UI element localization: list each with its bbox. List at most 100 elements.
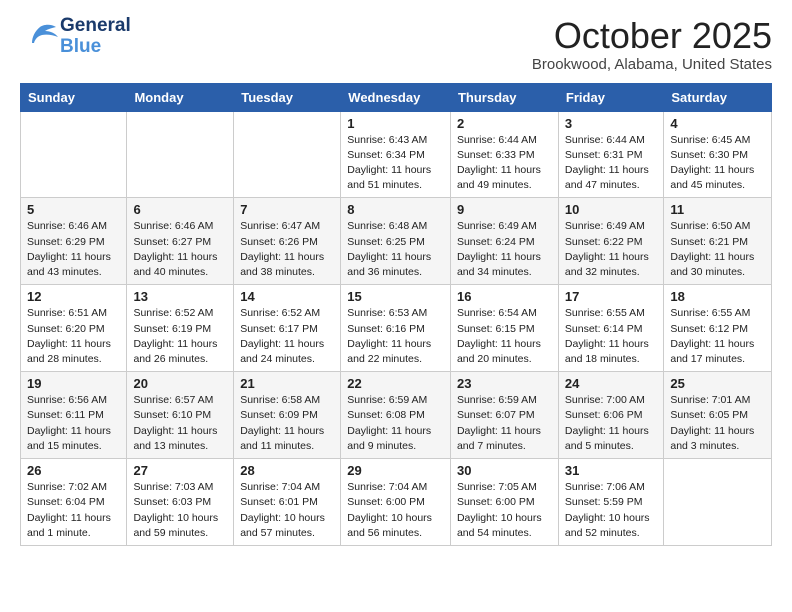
day-number: 26 xyxy=(27,463,120,478)
day-number: 3 xyxy=(565,116,657,131)
day-number: 7 xyxy=(240,202,334,217)
day-number: 6 xyxy=(133,202,227,217)
day-number: 4 xyxy=(670,116,765,131)
day-number: 30 xyxy=(457,463,552,478)
day-number: 28 xyxy=(240,463,334,478)
day-info: Sunrise: 6:44 AMSunset: 6:31 PMDaylight:… xyxy=(565,133,657,194)
day-number: 31 xyxy=(565,463,657,478)
calendar-header-row: Sunday Monday Tuesday Wednesday Thursday… xyxy=(21,83,772,111)
day-info: Sunrise: 6:58 AMSunset: 6:09 PMDaylight:… xyxy=(240,393,334,454)
page: General Blue October 2025 Brookwood, Ala… xyxy=(0,0,792,612)
calendar-week-3: 12 Sunrise: 6:51 AMSunset: 6:20 PMDayligh… xyxy=(21,285,772,372)
day-number: 27 xyxy=(133,463,227,478)
calendar-cell: 17 Sunrise: 6:55 AMSunset: 6:14 PMDayligh… xyxy=(558,285,663,372)
calendar-cell xyxy=(21,111,127,198)
day-number: 24 xyxy=(565,376,657,391)
day-info: Sunrise: 6:44 AMSunset: 6:33 PMDaylight:… xyxy=(457,133,552,194)
day-number: 25 xyxy=(670,376,765,391)
day-number: 17 xyxy=(565,289,657,304)
calendar-cell: 14 Sunrise: 6:52 AMSunset: 6:17 PMDayligh… xyxy=(234,285,341,372)
calendar-cell: 23 Sunrise: 6:59 AMSunset: 6:07 PMDayligh… xyxy=(450,372,558,459)
title-block: October 2025 Brookwood, Alabama, United … xyxy=(532,16,772,73)
day-info: Sunrise: 7:06 AMSunset: 5:59 PMDaylight:… xyxy=(565,480,657,541)
day-number: 18 xyxy=(670,289,765,304)
day-number: 13 xyxy=(133,289,227,304)
day-info: Sunrise: 7:02 AMSunset: 6:04 PMDaylight:… xyxy=(27,480,120,541)
calendar-cell: 16 Sunrise: 6:54 AMSunset: 6:15 PMDayligh… xyxy=(450,285,558,372)
calendar-cell: 31 Sunrise: 7:06 AMSunset: 5:59 PMDayligh… xyxy=(558,459,663,546)
logo: General Blue xyxy=(20,16,131,58)
header: General Blue October 2025 Brookwood, Ala… xyxy=(20,16,772,73)
calendar-cell: 15 Sunrise: 6:53 AMSunset: 6:16 PMDayligh… xyxy=(341,285,451,372)
calendar-cell: 10Sunrise: 6:49 AMSunset: 6:22 PMDayligh… xyxy=(558,198,663,285)
col-tuesday: Tuesday xyxy=(234,83,341,111)
day-number: 12 xyxy=(27,289,120,304)
calendar-cell: 2 Sunrise: 6:44 AMSunset: 6:33 PMDaylight… xyxy=(450,111,558,198)
day-info: Sunrise: 7:03 AMSunset: 6:03 PMDaylight:… xyxy=(133,480,227,541)
col-friday: Friday xyxy=(558,83,663,111)
col-sunday: Sunday xyxy=(21,83,127,111)
calendar-cell: 9Sunrise: 6:49 AMSunset: 6:24 PMDaylight… xyxy=(450,198,558,285)
calendar-cell: 3 Sunrise: 6:44 AMSunset: 6:31 PMDaylight… xyxy=(558,111,663,198)
day-number: 14 xyxy=(240,289,334,304)
day-number: 8 xyxy=(347,202,444,217)
day-info: Sunrise: 6:49 AMSunset: 6:22 PMDaylight:… xyxy=(565,219,657,280)
day-info: Sunrise: 6:52 AMSunset: 6:17 PMDaylight:… xyxy=(240,306,334,367)
col-thursday: Thursday xyxy=(450,83,558,111)
day-info: Sunrise: 6:46 AMSunset: 6:27 PMDaylight:… xyxy=(133,219,227,280)
day-info: Sunrise: 6:51 AMSunset: 6:20 PMDaylight:… xyxy=(27,306,120,367)
day-info: Sunrise: 6:50 AMSunset: 6:21 PMDaylight:… xyxy=(670,219,765,280)
day-number: 1 xyxy=(347,116,444,131)
calendar: Sunday Monday Tuesday Wednesday Thursday… xyxy=(20,83,772,546)
day-number: 11 xyxy=(670,202,765,217)
day-info: Sunrise: 6:55 AMSunset: 6:14 PMDaylight:… xyxy=(565,306,657,367)
logo-icon xyxy=(20,19,56,55)
calendar-week-1: 1 Sunrise: 6:43 AMSunset: 6:34 PMDaylight… xyxy=(21,111,772,198)
day-info: Sunrise: 6:43 AMSunset: 6:34 PMDaylight:… xyxy=(347,133,444,194)
day-info: Sunrise: 6:57 AMSunset: 6:10 PMDaylight:… xyxy=(133,393,227,454)
calendar-week-2: 5Sunrise: 6:46 AMSunset: 6:29 PMDaylight… xyxy=(21,198,772,285)
day-number: 21 xyxy=(240,376,334,391)
day-number: 29 xyxy=(347,463,444,478)
calendar-cell: 26 Sunrise: 7:02 AMSunset: 6:04 PMDayligh… xyxy=(21,459,127,546)
day-info: Sunrise: 6:53 AMSunset: 6:16 PMDaylight:… xyxy=(347,306,444,367)
calendar-cell: 1 Sunrise: 6:43 AMSunset: 6:34 PMDaylight… xyxy=(341,111,451,198)
col-saturday: Saturday xyxy=(664,83,772,111)
calendar-week-4: 19 Sunrise: 6:56 AMSunset: 6:11 PMDayligh… xyxy=(21,372,772,459)
day-info: Sunrise: 6:47 AMSunset: 6:26 PMDaylight:… xyxy=(240,219,334,280)
day-number: 5 xyxy=(27,202,120,217)
day-number: 19 xyxy=(27,376,120,391)
day-info: Sunrise: 6:54 AMSunset: 6:15 PMDaylight:… xyxy=(457,306,552,367)
calendar-cell: 7 Sunrise: 6:47 AMSunset: 6:26 PMDaylight… xyxy=(234,198,341,285)
day-info: Sunrise: 6:49 AMSunset: 6:24 PMDaylight:… xyxy=(457,219,552,280)
calendar-cell: 12 Sunrise: 6:51 AMSunset: 6:20 PMDayligh… xyxy=(21,285,127,372)
day-info: Sunrise: 6:59 AMSunset: 6:08 PMDaylight:… xyxy=(347,393,444,454)
location: Brookwood, Alabama, United States xyxy=(532,56,772,73)
day-info: Sunrise: 6:45 AMSunset: 6:30 PMDaylight:… xyxy=(670,133,765,194)
logo-blue: Blue xyxy=(60,37,101,58)
calendar-cell: 19 Sunrise: 6:56 AMSunset: 6:11 PMDayligh… xyxy=(21,372,127,459)
day-info: Sunrise: 6:55 AMSunset: 6:12 PMDaylight:… xyxy=(670,306,765,367)
day-info: Sunrise: 7:00 AMSunset: 6:06 PMDaylight:… xyxy=(565,393,657,454)
month-title: October 2025 xyxy=(532,16,772,56)
calendar-cell xyxy=(234,111,341,198)
day-number: 23 xyxy=(457,376,552,391)
calendar-cell: 21 Sunrise: 6:58 AMSunset: 6:09 PMDayligh… xyxy=(234,372,341,459)
day-info: Sunrise: 6:56 AMSunset: 6:11 PMDaylight:… xyxy=(27,393,120,454)
day-number: 16 xyxy=(457,289,552,304)
day-number: 2 xyxy=(457,116,552,131)
calendar-cell xyxy=(664,459,772,546)
day-info: Sunrise: 6:59 AMSunset: 6:07 PMDaylight:… xyxy=(457,393,552,454)
calendar-cell: 18 Sunrise: 6:55 AMSunset: 6:12 PMDayligh… xyxy=(664,285,772,372)
calendar-cell: 29Sunrise: 7:04 AMSunset: 6:00 PMDayligh… xyxy=(341,459,451,546)
calendar-cell: 25 Sunrise: 7:01 AMSunset: 6:05 PMDayligh… xyxy=(664,372,772,459)
calendar-cell: 6 Sunrise: 6:46 AMSunset: 6:27 PMDaylight… xyxy=(127,198,234,285)
day-info: Sunrise: 7:01 AMSunset: 6:05 PMDaylight:… xyxy=(670,393,765,454)
calendar-cell: 13Sunrise: 6:52 AMSunset: 6:19 PMDayligh… xyxy=(127,285,234,372)
calendar-cell xyxy=(127,111,234,198)
day-info: Sunrise: 7:05 AMSunset: 6:00 PMDaylight:… xyxy=(457,480,552,541)
day-number: 15 xyxy=(347,289,444,304)
calendar-cell: 24 Sunrise: 7:00 AMSunset: 6:06 PMDayligh… xyxy=(558,372,663,459)
day-number: 22 xyxy=(347,376,444,391)
calendar-cell: 11 Sunrise: 6:50 AMSunset: 6:21 PMDayligh… xyxy=(664,198,772,285)
